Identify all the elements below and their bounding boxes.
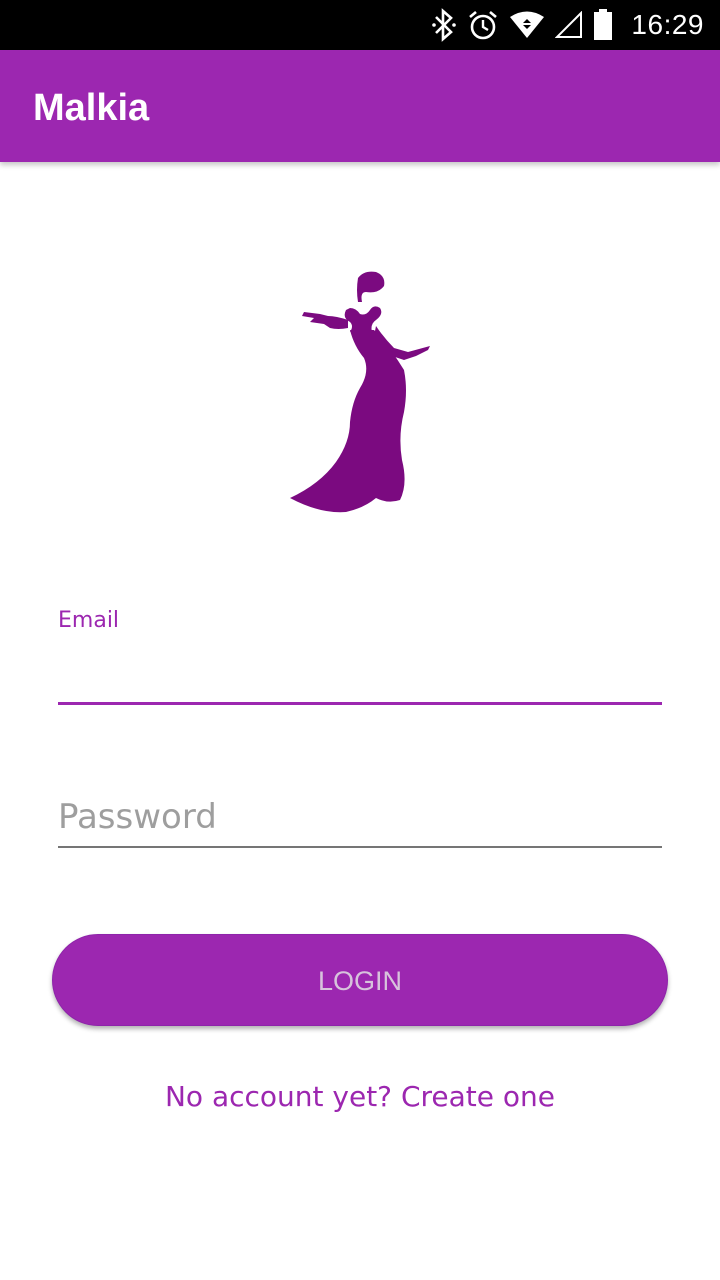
- bluetooth-icon: [431, 8, 457, 42]
- status-time: 16:29: [631, 9, 704, 40]
- battery-icon: [593, 9, 613, 41]
- woman-silhouette-logo: [280, 266, 440, 518]
- app-bar: Malkia: [0, 50, 720, 162]
- email-label: Email: [58, 608, 120, 633]
- create-account-link[interactable]: No account yet? Create one: [0, 1080, 720, 1113]
- email-field[interactable]: [58, 640, 662, 705]
- password-field[interactable]: [58, 788, 662, 848]
- status-icons: 16:29: [431, 0, 704, 50]
- wifi-icon: [509, 10, 545, 40]
- alarm-icon: [467, 9, 499, 41]
- cell-signal-icon: [555, 11, 583, 39]
- app-title: Malkia: [33, 87, 150, 129]
- status-bar: 16:29: [0, 0, 720, 50]
- login-button[interactable]: LOGIN: [52, 934, 668, 1026]
